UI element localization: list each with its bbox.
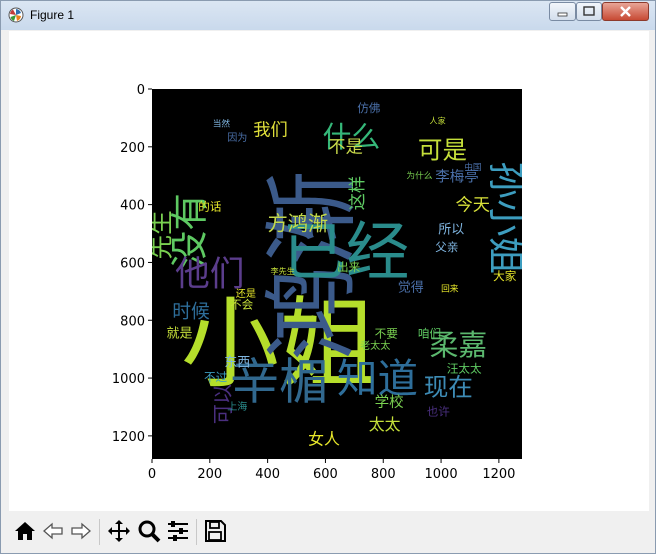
x-tick-label: 1000 bbox=[425, 467, 458, 482]
y-tick-label: 1200 bbox=[112, 430, 145, 445]
word-45: 的话 bbox=[198, 199, 222, 213]
maximize-icon bbox=[583, 6, 595, 16]
home-button[interactable] bbox=[13, 519, 37, 543]
x-tick-label: 1200 bbox=[482, 467, 515, 482]
word-12: 先生 bbox=[146, 210, 175, 259]
configure-subplots-button[interactable] bbox=[166, 519, 190, 543]
word-14: 时候 bbox=[172, 300, 210, 322]
word-13: 方鸿渐 bbox=[268, 212, 329, 236]
word-40: 当然 bbox=[213, 118, 231, 130]
navigation-toolbar bbox=[1, 511, 655, 553]
y-tick-label: 200 bbox=[120, 141, 145, 156]
word-4: 孙小姐 bbox=[484, 161, 528, 274]
word-37: 仿佛 bbox=[357, 101, 380, 115]
save-button[interactable] bbox=[203, 519, 227, 543]
sliders-icon bbox=[168, 521, 188, 541]
word-27: 就是 bbox=[167, 327, 193, 342]
word-30: 上海 bbox=[227, 400, 247, 413]
forward-arrow-icon bbox=[71, 522, 91, 540]
pan-button[interactable] bbox=[107, 519, 131, 543]
minimize-button[interactable] bbox=[549, 2, 576, 21]
word-35: 中国 bbox=[464, 161, 481, 173]
close-icon bbox=[620, 6, 631, 17]
word-7: 他们 bbox=[175, 255, 244, 295]
back-button[interactable] bbox=[41, 519, 65, 543]
word-39: 因为 bbox=[227, 132, 247, 144]
x-tick-label: 0 bbox=[148, 467, 156, 482]
word-25: 汪太太 bbox=[447, 361, 482, 375]
word-17: 不是 bbox=[328, 138, 363, 158]
word-43: 老太太 bbox=[360, 339, 390, 352]
word-38: 父亲 bbox=[435, 240, 458, 254]
x-axis: 0 200 400 600 800 1000 1200 bbox=[148, 459, 515, 482]
word-47: 人家 bbox=[430, 116, 446, 126]
zoom-icon bbox=[138, 520, 161, 543]
matplotlib-app-icon bbox=[8, 7, 24, 23]
x-tick-label: 400 bbox=[255, 467, 280, 482]
word-42: 回来 bbox=[441, 283, 459, 294]
word-32: 还是 bbox=[236, 288, 256, 300]
word-34: 咱们 bbox=[418, 327, 441, 341]
zoom-button[interactable] bbox=[137, 519, 161, 543]
toolbar-separator bbox=[196, 519, 197, 545]
word-46: 李先生 bbox=[271, 266, 295, 276]
word-11: 现在 bbox=[424, 372, 473, 401]
home-icon bbox=[15, 522, 35, 540]
y-tick-label: 1000 bbox=[112, 372, 145, 387]
x-tick-label: 200 bbox=[197, 467, 222, 482]
word-10: 可是 bbox=[418, 135, 467, 164]
y-tick-label: 400 bbox=[120, 199, 145, 214]
x-tick-label: 600 bbox=[313, 467, 338, 482]
word-24: 所以 bbox=[438, 223, 464, 238]
word-18: 这样 bbox=[348, 176, 368, 211]
forward-button[interactable] bbox=[69, 519, 93, 543]
word-16: 我们 bbox=[253, 120, 288, 140]
word-28: 觉得 bbox=[398, 279, 424, 295]
word-41: 出来 bbox=[337, 260, 361, 274]
save-icon bbox=[205, 520, 226, 542]
y-tick-label: 600 bbox=[120, 256, 145, 271]
figure-window: Figure 1 小姐 鸿渐 辛楣 已经 孙小姐 知道 没有 他们 柔嘉 什么 可是 现在 先生 方鸿渐时… bbox=[0, 0, 656, 554]
word-21: 太太 bbox=[369, 415, 401, 434]
word-36: 大家 bbox=[493, 269, 517, 283]
x-tick-label: 800 bbox=[371, 467, 396, 482]
word-44: 为什么 bbox=[406, 170, 432, 182]
word-33: 不要 bbox=[375, 327, 398, 341]
figure-canvas[interactable]: 小姐 鸿渐 辛楣 已经 孙小姐 知道 没有 他们 柔嘉 什么 可是 现在 先生 方鸿渐 时候 可以 我们 不是 这样… bbox=[9, 31, 649, 511]
minimize-icon bbox=[557, 12, 568, 17]
move-icon bbox=[108, 520, 130, 542]
word-23: 学校 bbox=[375, 394, 404, 411]
title-bar[interactable]: Figure 1 bbox=[1, 1, 655, 30]
y-tick-label: 0 bbox=[137, 83, 145, 98]
word-29: 也许 bbox=[427, 405, 451, 419]
word-48: 不过 bbox=[204, 370, 228, 384]
y-axis: 0 200 400 600 800 1000 1200 bbox=[112, 83, 152, 445]
window-title: Figure 1 bbox=[30, 8, 75, 22]
close-button[interactable] bbox=[602, 2, 649, 21]
back-arrow-icon bbox=[43, 522, 63, 540]
y-tick-label: 800 bbox=[120, 314, 145, 329]
wordcloud-plot: 小姐鸿渐辛楣已经 孙小姐知道没有他们柔嘉什么 可是现在先生 方鸿渐时候可以我们不是这样… bbox=[112, 83, 528, 482]
toolbar-separator bbox=[99, 519, 100, 545]
word-19: 今天 bbox=[456, 195, 491, 215]
maximize-button[interactable] bbox=[576, 2, 602, 21]
word-22: 女人 bbox=[308, 430, 340, 449]
word-26: 东西 bbox=[224, 356, 250, 371]
